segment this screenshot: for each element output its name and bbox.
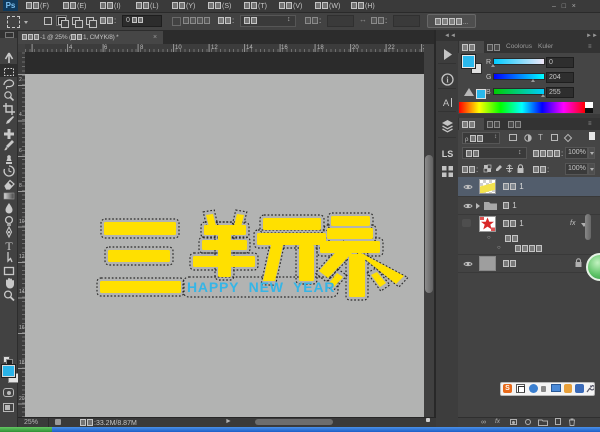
svg-text:HAPPY NEW YEAR: HAPPY NEW YEAR [187,279,335,295]
svg-text:LS: LS [442,149,454,159]
svg-text:A: A [443,98,450,109]
svg-text:i: i [446,76,449,85]
